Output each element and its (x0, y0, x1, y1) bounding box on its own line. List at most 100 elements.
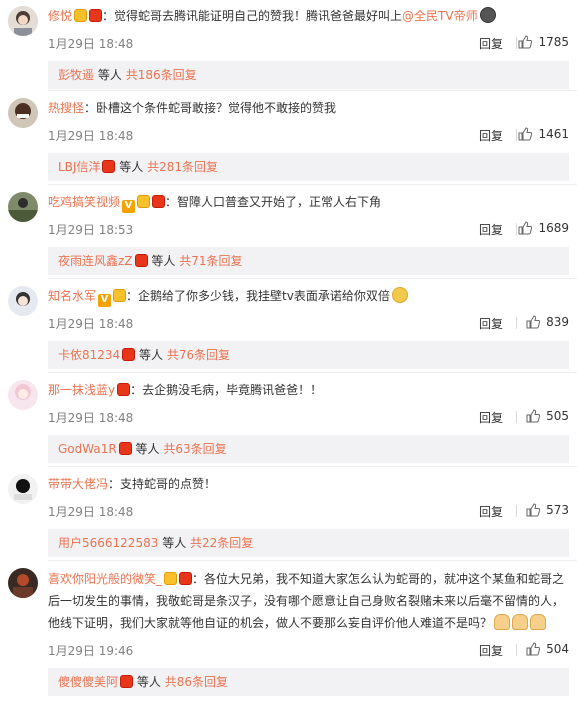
like-button[interactable]: 504 (526, 642, 569, 656)
avatar[interactable] (8, 568, 38, 598)
divider (48, 184, 577, 185)
red-envelope-badge-icon (118, 442, 132, 455)
comment-meta: 1月29日 18:48 回复 505 (48, 407, 569, 427)
username-link[interactable]: 知名水军 (48, 289, 96, 303)
avatar[interactable] (8, 192, 38, 222)
like-button[interactable]: 573 (526, 503, 569, 517)
vip-badge-icon (113, 289, 127, 302)
reply-count-link[interactable]: 共22条回复 (190, 536, 253, 550)
divider (516, 37, 517, 49)
comment-meta: 1月29日 19:46 回复 504 (48, 640, 569, 660)
vip-badge-icon (74, 9, 88, 22)
avatar-image (8, 380, 38, 410)
comment-text: 吃鸡搞笑视频 V ：智障人口普查又开始了，正常人右下角 (48, 192, 569, 213)
comment-body: 吃鸡搞笑视频 V ：智障人口普查又开始了，正常人右下角 1月29日 18:53 回复… (48, 192, 569, 275)
comment-body: 喜欢你阳光般的微笑_ ：各位大兄弟，我不知道大家怎么认为蛇哥的，就冲这个某鱼和蛇哥… (48, 568, 569, 696)
thumbs-up-icon (526, 315, 541, 329)
reply-summary[interactable]: 卡依81234 等人 共76条回复 (48, 341, 569, 369)
reply-count-link[interactable]: 共63条回复 (163, 442, 226, 456)
vip-badge-icon (137, 195, 151, 208)
like-button[interactable]: 839 (526, 315, 569, 329)
red-envelope-badge-icon (179, 572, 193, 585)
like-count: 504 (546, 642, 569, 656)
comment-body: 修悦 ：觉得蛇哥去腾讯能证明自己的赞我！腾讯爸爸最好叫上@全民TV帝师 1月29日… (48, 6, 569, 89)
reply-summary[interactable]: 夜雨连风鑫zZ 等人 共71条回复 (48, 247, 569, 275)
divider (516, 223, 517, 235)
like-button[interactable]: 505 (526, 409, 569, 423)
reply-middle: 等人 (151, 254, 176, 268)
reply-user-link[interactable]: GodWa1R (58, 442, 117, 456)
comment-content: ：去企鹅没毛病，毕竟腾讯爸爸！！ (130, 383, 323, 397)
username-link[interactable]: 带带大佬冯 (48, 477, 108, 491)
comment-content: ：觉得蛇哥去腾讯能证明自己的赞我！腾讯爸爸最好叫上 (102, 9, 403, 23)
praying-hands-emoji-icon (530, 614, 547, 630)
like-button[interactable]: 1689 (518, 221, 569, 235)
praying-hands-emoji-icon (494, 614, 511, 630)
comment-content: ：卧槽这个条件蛇哥敢接？觉得他不敢接的赞我 (84, 101, 337, 115)
avatar[interactable] (8, 286, 38, 316)
avatar-image (8, 474, 38, 504)
reply-button[interactable]: 回复 (479, 221, 503, 238)
like-count: 839 (546, 315, 569, 329)
avatar-image (8, 192, 38, 222)
comment-body: 热搜怪：卧槽这个条件蛇哥敢接？觉得他不敢接的赞我 1月29日 18:48 回复 … (48, 98, 569, 181)
reply-user-link[interactable]: LBJ信洋 (58, 160, 100, 174)
comment-body: 带带大佬冯：支持蛇哥的点赞！ 1月29日 18:48 回复 573 用户5666… (48, 474, 569, 557)
divider (516, 644, 517, 656)
reply-button[interactable]: 回复 (479, 35, 503, 52)
reply-summary[interactable]: 彭牧遥 等人 共186条回复 (48, 61, 569, 89)
avatar[interactable] (8, 474, 38, 504)
reply-user-link[interactable]: 彭牧遥 (58, 68, 94, 82)
reply-button[interactable]: 回复 (479, 127, 503, 144)
comment-text: 喜欢你阳光般的微笑_ ：各位大兄弟，我不知道大家怎么认为蛇哥的，就冲这个某鱼和蛇哥… (48, 568, 569, 634)
reply-user-link[interactable]: 夜雨连风鑫zZ (58, 254, 133, 268)
username-link[interactable]: 那一抹浅蓝y (48, 383, 115, 397)
username-link[interactable]: 热搜怪 (48, 101, 84, 115)
reply-summary[interactable]: GodWa1R 等人 共63条回复 (48, 435, 569, 463)
red-envelope-badge-icon (152, 195, 166, 208)
like-button[interactable]: 1461 (518, 127, 569, 141)
reply-button[interactable]: 回复 (479, 642, 503, 659)
reply-count-link[interactable]: 共71条回复 (179, 254, 242, 268)
comment-content: ：支持蛇哥的点赞！ (108, 477, 217, 491)
reply-count-link[interactable]: 共281条回复 (147, 160, 218, 174)
comment-time: 1月29日 18:53 (48, 223, 134, 237)
reply-button[interactable]: 回复 (479, 315, 503, 332)
avatar-image (8, 286, 38, 316)
reply-user-link[interactable]: 傻傻傻美阿 (58, 675, 118, 689)
avatar-image (8, 98, 38, 128)
red-envelope-badge-icon (102, 160, 116, 173)
reply-user-link[interactable]: 用户5666122583 (58, 536, 158, 550)
like-button[interactable]: 1785 (518, 35, 569, 49)
comment-body: 知名水军 V ：企鹅给了你多少钱，我挂壁tv表面承诺给你双倍 1月29日 18:48… (48, 286, 569, 369)
comment-time: 1月29日 18:48 (48, 505, 134, 519)
reply-button[interactable]: 回复 (479, 503, 503, 520)
emoji-icon (479, 7, 496, 23)
verified-v-icon: V (98, 294, 112, 307)
comment-time: 1月29日 18:48 (48, 317, 134, 331)
username-link[interactable]: 修悦 (48, 9, 72, 23)
divider (48, 560, 577, 561)
reply-count-link[interactable]: 共86条回复 (165, 675, 228, 689)
comment-text: 热搜怪：卧槽这个条件蛇哥敢接？觉得他不敢接的赞我 (48, 98, 569, 119)
comment-time: 1月29日 18:48 (48, 37, 134, 51)
reply-summary[interactable]: 用户5666122583 等人 共22条回复 (48, 529, 569, 557)
reply-summary[interactable]: 傻傻傻美阿 等人 共86条回复 (48, 668, 569, 696)
avatar[interactable] (8, 98, 38, 128)
comment-text: 修悦 ：觉得蛇哥去腾讯能证明自己的赞我！腾讯爸爸最好叫上@全民TV帝师 (48, 6, 569, 27)
reply-count-link[interactable]: 共76条回复 (167, 348, 230, 362)
like-count: 573 (546, 503, 569, 517)
comment-meta: 1月29日 18:48 回复 1461 (48, 125, 569, 145)
avatar[interactable] (8, 6, 38, 36)
username-link[interactable]: 吃鸡搞笑视频 (48, 195, 120, 209)
comment-time: 1月29日 18:48 (48, 411, 134, 425)
reply-summary[interactable]: LBJ信洋 等人 共281条回复 (48, 153, 569, 181)
comment-time: 1月29日 18:48 (48, 129, 134, 143)
reply-user-link[interactable]: 卡依81234 (58, 348, 120, 362)
avatar[interactable] (8, 380, 38, 410)
reply-count-link[interactable]: 共186条回复 (126, 68, 197, 82)
mention-link[interactable]: @全民TV帝师 (402, 9, 478, 23)
reply-button[interactable]: 回复 (479, 409, 503, 426)
divider (516, 505, 517, 517)
username-link[interactable]: 喜欢你阳光般的微笑_ (48, 572, 162, 586)
